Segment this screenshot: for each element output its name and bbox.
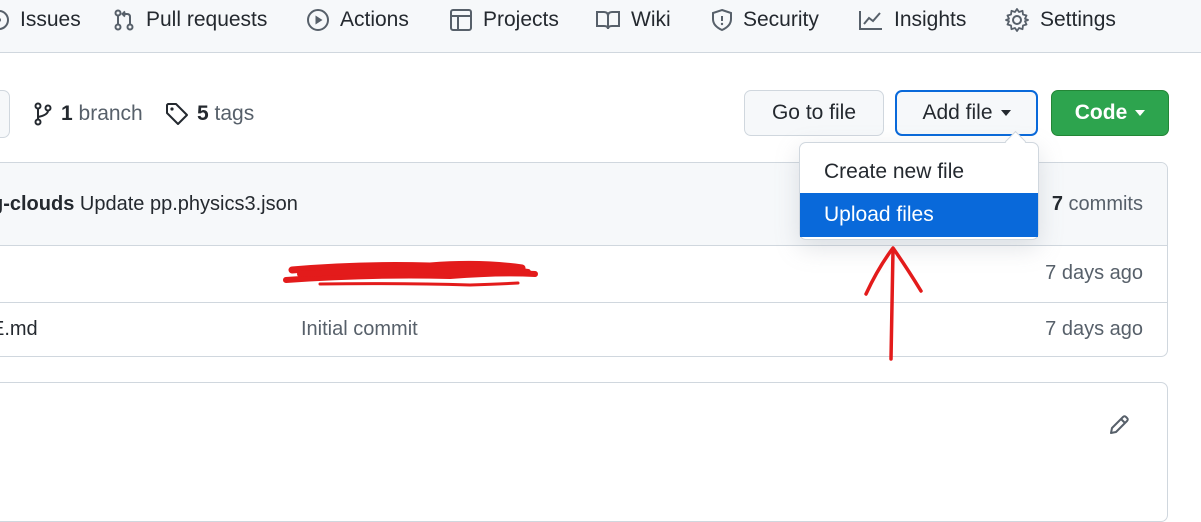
menu-item-label: Create new file: [824, 160, 965, 183]
commit-label: commits: [1068, 193, 1143, 215]
tag-count: 5: [197, 102, 209, 125]
readme-box: [0, 382, 1168, 522]
tab-issues[interactable]: Issues: [0, 0, 81, 40]
caret-down-icon: [1135, 110, 1146, 116]
commit-count: 7: [1051, 193, 1063, 215]
commits-link[interactable]: 7 commits: [1052, 193, 1143, 216]
tag-icon: [166, 103, 188, 125]
tab-label: Pull requests: [146, 8, 268, 31]
code-button[interactable]: Code: [1051, 90, 1169, 136]
tab-security[interactable]: Security: [711, 0, 819, 40]
table-icon: [450, 9, 472, 31]
repo-nav: Issues Pull requests Actions Projects Wi…: [0, 0, 1201, 53]
tab-label: Projects: [483, 8, 559, 31]
menu-item-upload-files[interactable]: Upload files: [800, 193, 1038, 237]
pencil-icon[interactable]: [1107, 413, 1131, 437]
branch-select-button[interactable]: [0, 90, 10, 138]
tab-label: Security: [743, 8, 819, 31]
issue-opened-icon: [0, 10, 9, 30]
branch-count: 1: [61, 102, 73, 125]
tab-label: Issues: [20, 8, 81, 31]
git-branch-icon: [34, 102, 52, 126]
tag-label: tags: [214, 102, 255, 125]
book-icon: [596, 11, 620, 30]
tab-label: Settings: [1040, 8, 1116, 31]
tab-label: Actions: [340, 8, 409, 31]
shield-icon: [712, 8, 732, 32]
tab-settings[interactable]: Settings: [1004, 0, 1116, 40]
commit-message[interactable]: Update pp.physics3.json: [80, 193, 298, 215]
caret-down-icon: [1000, 110, 1011, 116]
branch-label: branch: [78, 102, 143, 125]
latest-commit: g-clouds Update pp.physics3.json: [0, 193, 298, 216]
play-icon: [307, 9, 329, 31]
menu-item-create-new-file[interactable]: Create new file: [800, 150, 1038, 194]
go-to-file-button[interactable]: Go to file: [744, 90, 884, 136]
go-to-file-label: Go to file: [771, 101, 857, 124]
tab-label: Insights: [894, 8, 967, 31]
tab-label: Wiki: [631, 8, 671, 31]
table-row[interactable]: E.md Initial commit 7 days ago: [0, 302, 1167, 356]
file-age: 7 days ago: [1045, 318, 1143, 340]
file-commit-message[interactable]: Initial commit: [301, 318, 418, 341]
file-name[interactable]: E.md: [0, 318, 38, 341]
tab-actions[interactable]: Actions: [306, 0, 409, 40]
add-file-button[interactable]: Add file: [895, 90, 1038, 136]
branches-link[interactable]: 1 branch: [33, 97, 143, 131]
tags-link[interactable]: 5 tags: [165, 97, 254, 131]
add-file-label: Add file: [922, 101, 993, 124]
tab-pull-requests[interactable]: Pull requests: [112, 0, 267, 40]
code-label: Code: [1074, 101, 1128, 124]
file-age: 7 days ago: [1045, 262, 1143, 284]
tab-projects[interactable]: Projects: [449, 0, 559, 40]
git-pull-request-icon: [114, 9, 134, 31]
graph-icon: [859, 11, 882, 30]
add-file-menu: Create new file Upload files: [799, 142, 1039, 240]
commit-author[interactable]: g-clouds: [0, 193, 74, 215]
table-row[interactable]: 7 days ago: [0, 246, 1167, 303]
tab-insights[interactable]: Insights: [858, 0, 966, 40]
tab-wiki[interactable]: Wiki: [595, 0, 671, 40]
menu-item-label: Upload files: [824, 203, 934, 226]
gear-icon: [1005, 8, 1029, 32]
